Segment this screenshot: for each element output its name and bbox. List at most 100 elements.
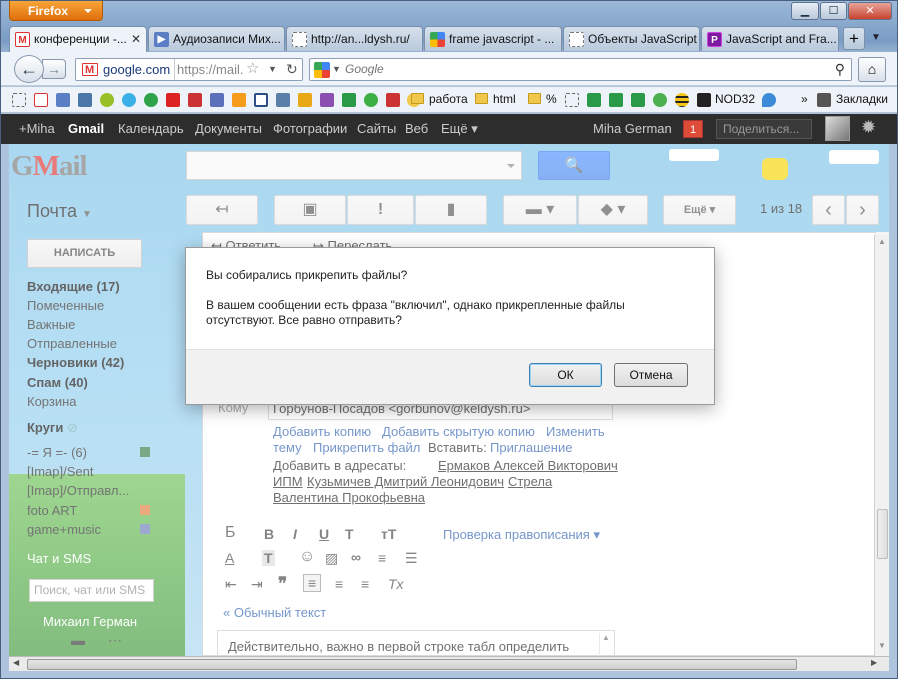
blank-page-icon [292, 32, 307, 47]
bookmark-purple-icon[interactable] [320, 93, 334, 107]
folder-label: % [546, 92, 557, 106]
gbar-photos[interactable]: Фотографии [273, 121, 347, 136]
bookmark-z-icon[interactable] [210, 93, 224, 107]
tab-js-frames[interactable]: P JavaScript and Fra... [701, 26, 839, 51]
page-horizontal-scrollbar[interactable]: ◀ ▶ [9, 656, 889, 671]
p-favicon-icon: P [707, 32, 722, 47]
forward-button[interactable]: → [42, 59, 66, 79]
bookmark-nod-icon[interactable] [697, 93, 711, 107]
new-tab-button[interactable]: + [843, 27, 865, 50]
bookmark-vk-icon[interactable] [78, 93, 92, 107]
share-input[interactable]: Поделиться... [716, 119, 812, 139]
tab-strip: M конференции -... ✕ ▶ Аудиозаписи Мих..… [9, 26, 894, 52]
tab-list-dropdown-icon[interactable]: ▼ [871, 32, 881, 43]
bookmark-android-icon[interactable] [100, 93, 114, 107]
dialog-title: Вы собирались прикрепить файлы? [206, 268, 408, 282]
firefox-menu-button[interactable]: Firefox [9, 1, 103, 21]
bookmark-folder-percent[interactable]: % [528, 92, 557, 106]
gbar-plus-miha[interactable]: +Miha [19, 121, 55, 136]
tab-js-objects[interactable]: Объекты JavaScript [563, 26, 700, 51]
attachment-reminder-dialog: Вы собирались прикрепить файлы? В вашем … [185, 247, 715, 405]
gbar-more[interactable]: Ещё ▾ [441, 121, 478, 137]
tab-gmail[interactable]: M конференции -... ✕ [9, 26, 147, 52]
gbar-user-name[interactable]: Miha German [593, 121, 672, 136]
navigation-toolbar: → ← google.com https://mail. ☆ ▼ ↻ ▼ Goo… [1, 52, 897, 86]
play-favicon-icon: ▶ [154, 32, 169, 47]
cancel-button[interactable]: Отмена [614, 363, 688, 387]
search-placeholder: Google [345, 62, 384, 76]
maximize-button[interactable]: ☐ [820, 2, 847, 20]
bookmark-play-icon[interactable] [56, 93, 70, 107]
minimize-button[interactable]: ▁ [791, 2, 819, 20]
bookmark-grid-icon[interactable] [254, 93, 268, 107]
bookmark-nod32[interactable]: NOD32 [715, 92, 755, 106]
tab-keldysh[interactable]: http://an...ldysh.ru/ [286, 26, 423, 51]
gbar-docs[interactable]: Документы [195, 121, 262, 136]
firefox-window: Firefox ▁ ☐ ✕ M конференции -... ✕ ▶ Ауд… [0, 0, 898, 679]
gbar-gmail[interactable]: Gmail [68, 121, 104, 136]
google-bar: +Miha Gmail Календарь Документы Фотограф… [1, 114, 897, 144]
bookmark-red-icon[interactable] [386, 93, 400, 107]
bookmark-blank-icon[interactable] [12, 93, 26, 107]
bookmark-beeline-icon[interactable] [675, 93, 689, 107]
bookmark-blank-icon[interactable] [565, 93, 579, 107]
bookmark-table-icon[interactable] [609, 93, 623, 107]
blank-page-icon [569, 32, 584, 47]
avatar[interactable] [825, 116, 850, 141]
bookmark-green-icon[interactable] [144, 93, 158, 107]
scroll-right-arrow-icon[interactable]: ▶ [871, 658, 877, 667]
gbar-sites[interactable]: Сайты [357, 121, 396, 136]
folder-icon [411, 93, 424, 104]
bookmark-check-icon[interactable] [342, 93, 356, 107]
ok-button[interactable]: ОК [529, 363, 602, 387]
bookmark-yellow-icon[interactable] [298, 93, 312, 107]
google-favicon-icon [430, 32, 445, 47]
close-tab-icon[interactable]: ✕ [131, 27, 141, 51]
reload-icon[interactable]: ↻ [286, 59, 298, 80]
dialog-message: В вашем сообщении есть фраза "включил", … [206, 298, 625, 327]
bookmark-youtube-icon[interactable] [166, 93, 180, 107]
search-magnifier-icon[interactable]: ⚲ [835, 59, 845, 80]
gmail-site-icon [82, 60, 98, 81]
bookmarks-overflow-icon[interactable]: » [801, 92, 808, 106]
gmail-favicon-icon: M [15, 32, 30, 47]
tab-audio[interactable]: ▶ Аудиозаписи Мих... [148, 26, 285, 51]
back-button[interactable]: ← [14, 55, 44, 83]
bookmark-sheet-icon[interactable] [587, 93, 601, 107]
tab-label: frame javascript - ... [449, 32, 555, 46]
bookmark-star-icon[interactable]: ☆ [246, 58, 259, 79]
bookmark-a-icon[interactable] [188, 93, 202, 107]
engine-dropdown-icon[interactable]: ▼ [332, 59, 341, 80]
bookmark-gmail-icon[interactable] [34, 93, 48, 107]
scroll-left-arrow-icon[interactable]: ◀ [13, 658, 19, 667]
tab-label: Аудиозаписи Мих... [173, 32, 281, 46]
close-window-button[interactable]: ✕ [848, 2, 892, 20]
bookmarks-menu-label[interactable]: Закладки [836, 92, 888, 106]
bookmarks-toolbar: работа html % NOD32 » Закладки [1, 87, 897, 113]
tab-label: http://an...ldysh.ru/ [311, 32, 410, 46]
folder-icon [528, 93, 541, 104]
page-horizontal-scroll-thumb[interactable] [27, 659, 797, 670]
bookmarks-menu-icon[interactable] [817, 93, 831, 107]
bookmark-drop-icon[interactable] [762, 93, 776, 107]
google-engine-icon[interactable] [314, 62, 330, 78]
notification-count-badge[interactable]: 1 [683, 120, 703, 138]
bookmark-twitter-icon[interactable] [122, 93, 136, 107]
bookmark-h-icon[interactable] [276, 93, 290, 107]
bookmark-folder-html[interactable]: html [475, 92, 516, 106]
gear-icon[interactable]: ✹ [861, 117, 876, 138]
home-button[interactable]: ⌂ [858, 57, 886, 82]
gbar-calendar[interactable]: Календарь [118, 121, 184, 136]
url-history-dropdown-icon[interactable]: ▼ [268, 59, 277, 80]
bookmark-arrow-icon[interactable] [364, 93, 378, 107]
url-path: https://mail. [177, 62, 244, 77]
bookmark-folder-rabota[interactable]: работа [411, 92, 468, 106]
bookmark-sber-icon[interactable] [653, 93, 667, 107]
gbar-web[interactable]: Веб [405, 121, 428, 136]
folder-label: html [493, 92, 516, 106]
search-bar[interactable]: ▼ Google ⚲ [309, 58, 852, 81]
tab-google-search[interactable]: frame javascript - ... [424, 26, 562, 51]
url-bar[interactable]: google.com https://mail. ☆ ▼ ↻ [75, 58, 303, 81]
bookmark-list-icon[interactable] [631, 93, 645, 107]
bookmark-odnoklassniki-icon[interactable] [232, 93, 246, 107]
